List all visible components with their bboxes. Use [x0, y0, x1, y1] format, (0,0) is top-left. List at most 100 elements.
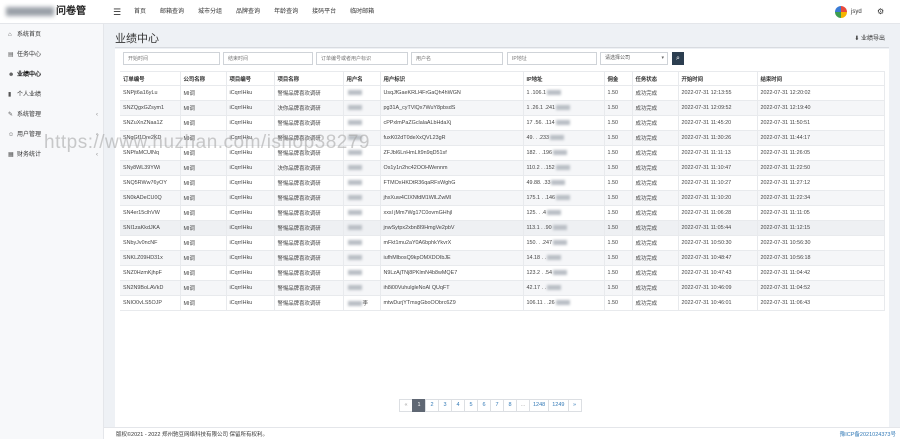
column-header[interactable]: 结束时间 [757, 71, 885, 86]
avatar[interactable] [835, 6, 847, 18]
page-link[interactable]: « [399, 399, 413, 412]
settings-icon[interactable]: ⚙ [877, 7, 886, 16]
project-id-text: iCqrrIHku [229, 105, 253, 111]
column-header[interactable]: 佣金 [604, 71, 633, 86]
menu-toggle-icon[interactable]: ☰ [113, 6, 121, 18]
table-row[interactable]: SNy8WL39YWi MI调 iCqrrIHku 决你品牌喜欢调研 Os1y1n2hc… [120, 160, 885, 176]
table-row[interactable]: SNqGf1Dre2KD MI调 iCqrrIHku 警惕品牌喜欢调研 fuxK02dT… [120, 130, 885, 146]
top-nav-item[interactable]: 首页 [134, 0, 146, 24]
sidebar-item[interactable]: ▦ 财务统计 ‹ [0, 145, 104, 165]
sidebar-item-label: 用户管理 [17, 132, 42, 138]
page-link[interactable]: 4 [451, 399, 465, 412]
table-row[interactable]: SNQ5RWw76yOY MI调 iCqrrIHku 警惕品牌喜欢调研 FTMOxHKD… [120, 175, 885, 191]
icp-link[interactable]: 豫ICP备2021024373号 [840, 430, 896, 438]
end-time-text: 2022-07-31 11:27:12 [760, 180, 811, 186]
column-header[interactable]: 用户名 [343, 71, 381, 86]
page-link[interactable]: ... [516, 399, 530, 412]
start-time-text: 2022-07-31 12:13:55 [681, 90, 732, 96]
task-status-cell: 成功完成 [632, 130, 679, 146]
column-header[interactable]: 开始时间 [678, 71, 758, 86]
column-header[interactable]: 任务状态 [632, 71, 679, 86]
column-header[interactable]: 用户标识 [380, 71, 524, 86]
table-row[interactable]: SNPfaMCUlNq MI调 iCqrrIHku 警惕品牌喜欢调研 ZFJbI6LnH… [120, 145, 885, 161]
sidebar-item[interactable]: ✎ 系统管理 ‹ [0, 105, 104, 125]
column-header[interactable]: 项目名称 [274, 71, 344, 86]
table-row[interactable]: SNKLZ09HD31x MI调 iCqrrIHku 警惕品牌喜欢调研 iufhMlbo… [120, 250, 885, 266]
start-time-input[interactable] [123, 52, 220, 65]
table-row[interactable]: SNPjt6a16yLu MI调 iCqrrIHku 警惕品牌喜欢调研 UsqJfGae… [120, 85, 885, 101]
column-header[interactable]: 订单编号 [120, 71, 181, 86]
page-link[interactable]: 6 [477, 399, 491, 412]
end-time-text: 2022-07-31 11:22:34 [760, 195, 811, 201]
sidebar-item[interactable]: ☻ 业绩中心 [0, 65, 104, 85]
page-link[interactable]: 1248 [529, 399, 550, 412]
top-nav-item[interactable]: 年龄查询 [274, 0, 298, 24]
page-link[interactable]: 7 [490, 399, 504, 412]
redacted-mask [551, 180, 566, 186]
column-header[interactable]: 项目编号 [226, 71, 275, 86]
order-id-text: SN2N9BoLAVkD [123, 285, 164, 291]
top-nav-item[interactable]: 品牌查询 [236, 0, 260, 24]
order-search-input[interactable] [316, 52, 408, 65]
redacted-mask [347, 285, 362, 291]
redacted-mask [347, 301, 362, 307]
table-row[interactable]: SNI1zaKkdJKA MI调 iCqrrIHku 警惕品牌喜欢调研 jnwSytpx… [120, 220, 885, 236]
app-logo[interactable]: 问卷管 [0, 0, 104, 24]
table-row[interactable]: SN0kADeCU0Q MI调 iCqrrIHku 警惕品牌喜欢调研 jhxXuw4CI… [120, 190, 885, 206]
project-id-text: iCqrrIHku [229, 225, 253, 231]
logo-mask [6, 6, 54, 16]
column-header[interactable]: IP地址 [523, 71, 605, 86]
project-id-text: iCqrrIHku [229, 255, 253, 261]
top-nav-item[interactable]: 城市分组 [198, 0, 222, 24]
page-link[interactable]: » [567, 399, 582, 412]
top-nav-item[interactable]: 临时邮箱 [350, 0, 374, 24]
project-id-cell: iCqrrIHku [226, 100, 275, 116]
top-nav-item[interactable]: 接码平台 [312, 0, 336, 24]
page-link[interactable]: 3 [438, 399, 452, 412]
sidebar-item[interactable]: ⌂ 系统首页 [0, 25, 104, 45]
username[interactable]: jsyd [851, 0, 862, 24]
table-row[interactable]: SN4er15clhVW MI调 iCqrrIHku 警惕品牌喜欢调研 xxsl jMm… [120, 205, 885, 221]
sidebar-item[interactable]: ▮ 个人业绩 [0, 85, 104, 105]
redacted-mask [347, 195, 362, 201]
sidebar-item-label: 系统首页 [17, 32, 42, 38]
task-status-cell: 成功完成 [632, 115, 679, 131]
page-link[interactable]: 8 [503, 399, 517, 412]
end-time-input[interactable] [223, 52, 313, 65]
page-link[interactable]: 1249 [548, 399, 569, 412]
sidebar-item[interactable]: ▤ 任务中心 [0, 45, 104, 65]
column-header[interactable]: 公司名称 [180, 71, 227, 86]
table-row[interactable]: SN2N9BoLAVkD MI调 iCqrrIHku 警惕品牌喜欢调研 ih8i00Vu… [120, 280, 885, 296]
table-row[interactable]: SNZ0HzmKjhpF MI调 iCqrrIHku 警惕品牌喜欢调研 N9LzAjTN… [120, 265, 885, 281]
table-row[interactable]: SNIO0vLS5OJP MI调 iCqrrIHku 警惕品牌喜欢调研 李 mtwDurj… [120, 295, 885, 311]
table-row[interactable]: SNZQgxGZsym1 MI调 iCqrrIHku 决你品牌喜欢调研 pg31A_cy… [120, 100, 885, 116]
project-name-cell: 警惕品牌喜欢调研 [274, 280, 344, 296]
top-nav-item[interactable]: 邮箱查询 [160, 0, 184, 24]
company-name-cell: MI调 [180, 145, 227, 161]
start-time-text: 2022-07-31 11:11:13 [681, 150, 731, 156]
commission-text: 1.50 [607, 135, 619, 141]
commission-cell: 1.50 [604, 280, 633, 296]
company-select[interactable]: 请选择公司 ▾ [600, 52, 668, 65]
search-button[interactable]: ⌕ [672, 52, 684, 65]
project-name-cell: 警惕品牌喜欢调研 [274, 295, 344, 311]
project-name-text: 决你品牌喜欢调研 [277, 106, 321, 112]
username-input[interactable] [411, 52, 503, 65]
page-link[interactable]: 2 [425, 399, 439, 412]
page-link[interactable]: 5 [464, 399, 478, 412]
task-status-text: 成功完成 [635, 166, 658, 172]
page-link[interactable]: 1 [412, 399, 426, 412]
redacted-mask [347, 150, 362, 156]
export-button[interactable]: ⬇ 业绩导出 [854, 33, 885, 42]
table-row[interactable]: SNbyJv0ncNF MI调 iCqrrIHku 警惕品牌喜欢调研 mFkt1mu2a… [120, 235, 885, 251]
project-id-cell: iCqrrIHku [226, 145, 275, 161]
task-status-text: 成功完成 [635, 241, 658, 247]
project-id-text: iCqrrIHku [229, 90, 253, 96]
end-time-text: 2022-07-31 10:56:18 [760, 255, 811, 261]
order-id-cell: SNZuXnZNaa1Z [120, 115, 181, 131]
commission-text: 1.50 [607, 120, 619, 126]
table-row[interactable]: SNZuXnZNaa1Z MI调 iCqrrIHku 警惕品牌喜欢调研 cPPxlmPa… [120, 115, 885, 131]
ip-input[interactable] [507, 52, 597, 65]
user-token-text: Os1y1n2hc42OOHWennm [383, 165, 448, 171]
sidebar-item[interactable]: ☺ 用户管理 ‹ [0, 125, 104, 145]
